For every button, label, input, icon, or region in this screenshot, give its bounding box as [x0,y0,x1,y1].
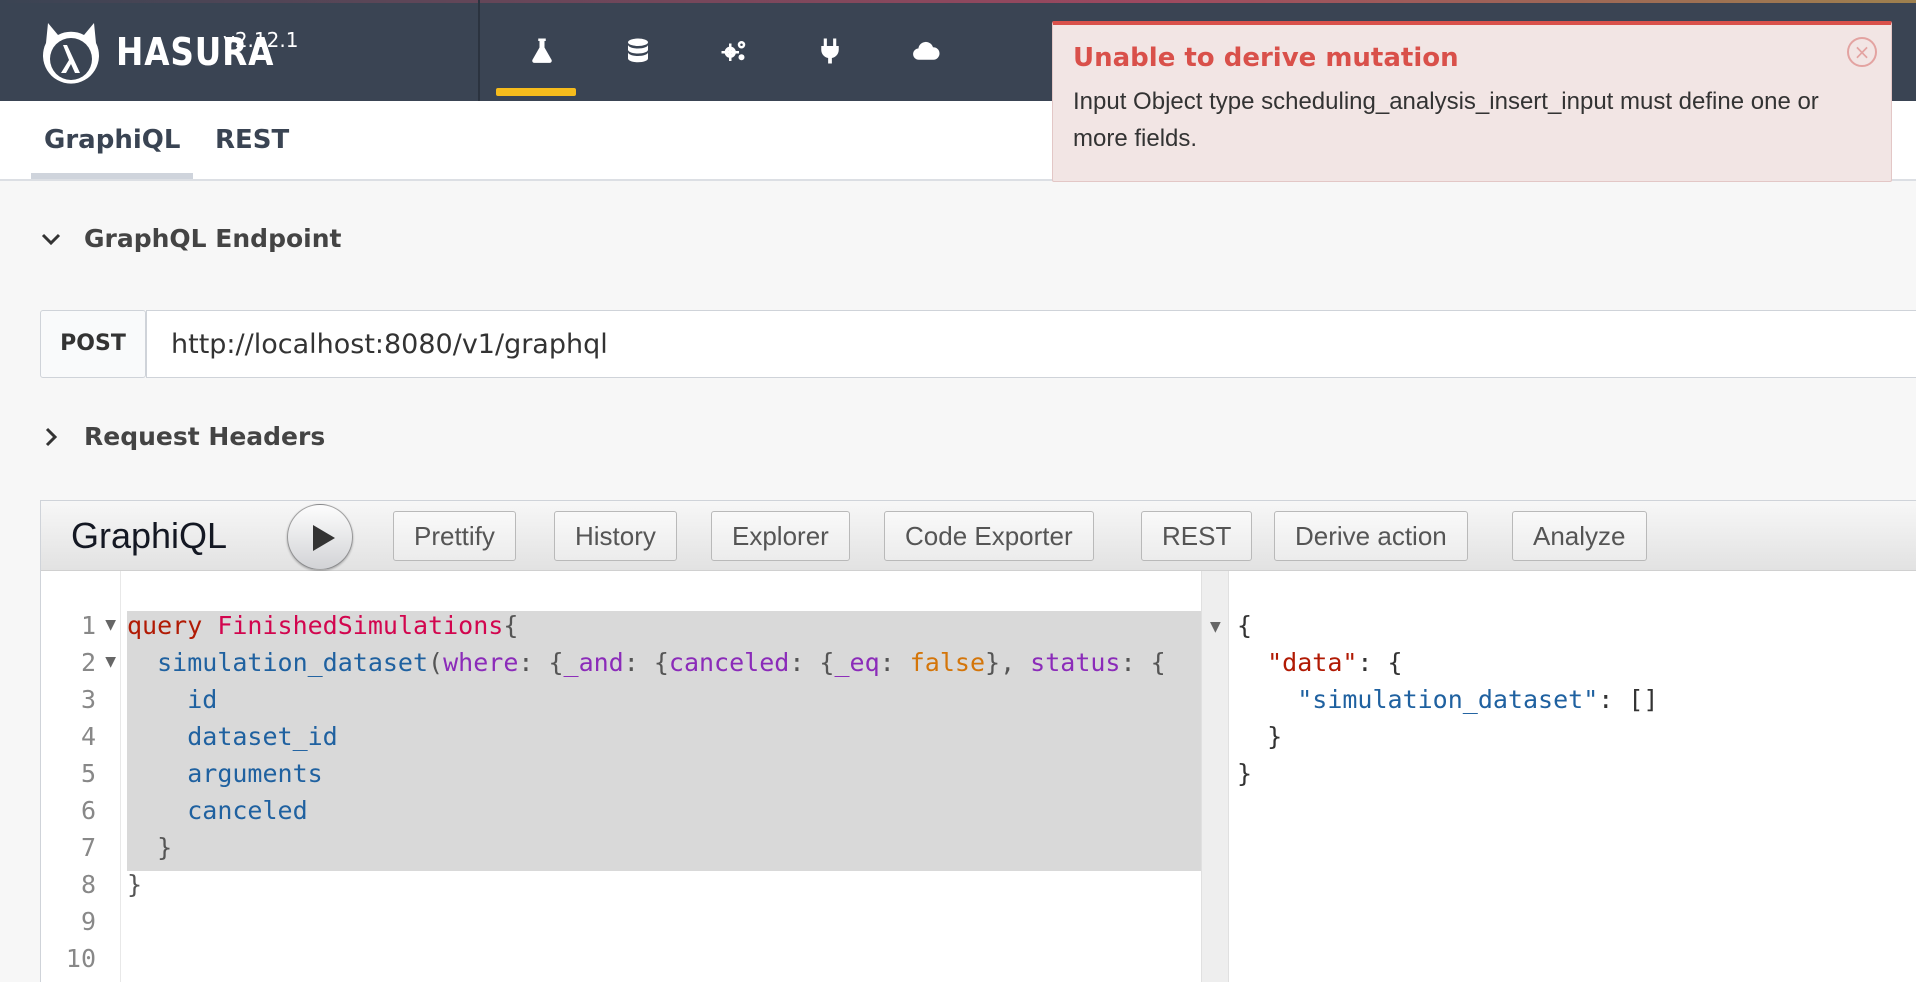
derive-action-button[interactable]: Derive action [1274,511,1468,561]
fold-arrow-icon[interactable]: ▼ [1210,619,1221,635]
result-line: "simulation_dataset": [] [1297,685,1659,714]
explorer-button[interactable]: Explorer [711,511,850,561]
endpoint-url-input[interactable] [146,310,1916,378]
hasura-logo-icon [42,23,99,84]
code-line: } [157,833,173,862]
nav-data[interactable] [590,0,686,101]
nav-events[interactable] [878,0,974,101]
fold-arrow-icon[interactable]: ▼ [105,617,116,633]
fold-arrow-icon[interactable]: ▼ [105,654,116,670]
line-number: 1 [80,611,96,640]
execute-query-button[interactable] [287,504,353,570]
history-button[interactable]: History [554,511,677,561]
analyze-button[interactable]: Analyze [1512,511,1647,561]
toast-title: Unable to derive mutation [1073,43,1459,73]
line-gutter: 1 ▼ 2 ▼ 3 4 5 6 7 8 9 10 [41,571,121,982]
plug-icon [821,38,839,63]
graphiql-title: GraphiQL [71,515,228,556]
nav-icons [494,0,974,101]
result-line: } [1267,722,1283,751]
line-number: 10 [65,944,96,973]
section-title-endpoint: GraphQL Endpoint [84,224,342,253]
database-icon [628,38,648,62]
tab-graphiql[interactable]: GraphiQL [31,101,194,179]
nav-remote-schemas[interactable] [782,0,878,101]
nav-api-explorer[interactable] [494,0,590,101]
chevron-down-icon [40,228,62,250]
line-number: 3 [80,685,96,714]
code-line: arguments [187,759,323,788]
gears-icon [721,40,746,61]
line-number: 7 [80,833,96,862]
nav-actions[interactable] [686,0,782,101]
editor-splitter[interactable]: ▼ [1201,571,1229,982]
result-line: "data": { [1267,648,1403,677]
http-method: POST [40,310,146,378]
brand-version: v2.12.1 [223,28,299,52]
section-title-headers: Request Headers [84,422,326,451]
line-number: 5 [80,759,96,788]
prettify-button[interactable]: Prettify [393,511,516,561]
code-line: canceled [187,796,308,825]
graphiql-panel: GraphiQL Prettify History Explorer Code … [40,500,1916,982]
error-toast: Unable to derive mutation Input Object t… [1052,21,1892,182]
rest-button[interactable]: REST [1141,511,1253,561]
query-editor[interactable]: 1 ▼ 2 ▼ 3 4 5 6 7 8 9 10 query FinishedS… [41,571,1201,982]
cloud-icon [913,41,940,60]
brand[interactable]: HASURA [36,16,300,88]
code-line: } [127,870,143,899]
graphiql-toolbar: GraphiQL Prettify History Explorer Code … [41,501,1916,571]
code-exporter-button[interactable]: Code Exporter [884,511,1094,561]
line-number: 9 [80,907,96,936]
code-line: id [187,685,218,714]
code-line: simulation_dataset(where: {_and: {cancel… [157,648,1166,677]
chevron-right-icon [40,426,62,448]
line-number: 6 [80,796,96,825]
result-viewer: { "data": { "simulation_dataset": [] } } [1229,571,1916,982]
code-line: query FinishedSimulations{ [127,611,519,640]
code-line: dataset_id [187,722,338,751]
request-headers-toggle[interactable]: Request Headers [40,422,325,451]
line-number: 2 [80,648,96,677]
line-number: 4 [80,722,96,751]
close-icon[interactable]: × [1847,37,1877,67]
tab-rest[interactable]: REST [202,101,302,179]
graphql-endpoint-toggle[interactable]: GraphQL Endpoint [40,224,341,253]
navbar-divider [478,0,480,101]
line-number: 8 [80,870,96,899]
result-line: } [1237,759,1253,788]
result-line: { [1237,611,1253,640]
toast-message: Input Object type scheduling_analysis_in… [1073,88,1819,152]
flask-icon [532,38,552,63]
